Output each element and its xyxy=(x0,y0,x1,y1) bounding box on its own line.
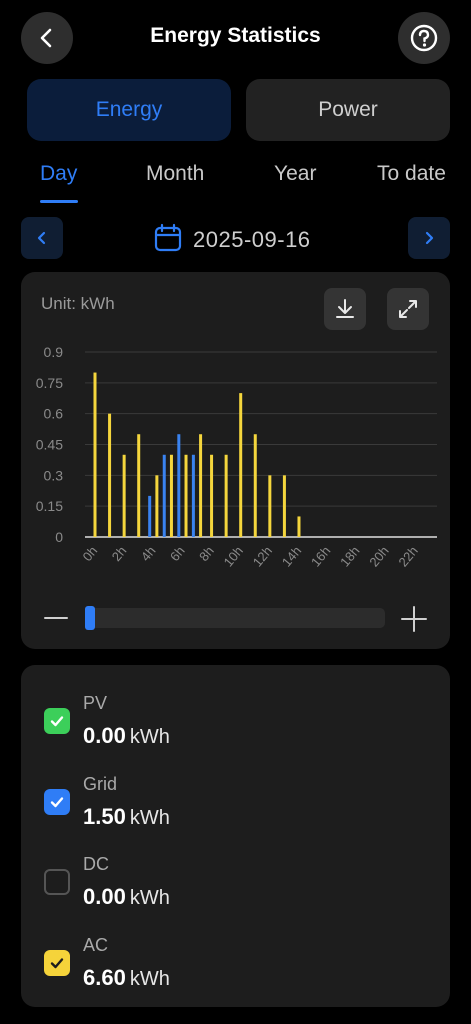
legend-card: PV 0.00 kWh Grid 1.50 kWh DC 0.00 kWh AC 6.… xyxy=(21,665,450,1007)
tab-month[interactable]: Month xyxy=(146,162,204,186)
legend-value: 1.50 kWh xyxy=(83,804,170,829)
x-tick-label: 22h xyxy=(395,543,420,569)
pv-checkbox[interactable] xyxy=(44,708,70,734)
previous-day-button[interactable] xyxy=(21,217,63,259)
calendar-icon[interactable] xyxy=(154,223,182,253)
x-tick-label: 14h xyxy=(279,543,304,569)
period-tabs: Day Month Year To date xyxy=(0,160,471,210)
bar-4h xyxy=(148,495,152,537)
y-tick-label: 0.45 xyxy=(36,437,63,453)
bar-2h xyxy=(122,454,126,537)
plus-icon[interactable] xyxy=(401,606,427,632)
ac-checkbox[interactable] xyxy=(44,950,70,976)
zoom-slider-track[interactable] xyxy=(85,608,385,628)
legend-item-ac[interactable]: AC 6.60 kWh xyxy=(21,927,450,997)
x-tick-label: 16h xyxy=(308,543,333,569)
bar-11h xyxy=(253,434,257,537)
legend-value: 6.60 kWh xyxy=(83,965,170,990)
y-tick-label: 0.3 xyxy=(44,467,64,483)
x-tick-label: 2h xyxy=(109,543,130,564)
x-tick-label: 20h xyxy=(366,543,391,569)
x-tick-label: 12h xyxy=(250,543,275,569)
bar-7h xyxy=(191,454,195,537)
segment-energy[interactable]: Energy xyxy=(27,79,231,141)
question-circle-icon xyxy=(410,24,438,52)
y-tick-label: 0 xyxy=(55,529,63,545)
chevron-left-icon xyxy=(37,231,46,245)
legend-name: PV xyxy=(83,693,108,713)
tab-year[interactable]: Year xyxy=(274,162,316,186)
next-day-button[interactable] xyxy=(408,217,450,259)
check-icon xyxy=(50,797,64,808)
check-icon xyxy=(50,716,64,727)
check-icon xyxy=(50,958,64,969)
legend-value: 0.00 kWh xyxy=(83,884,170,909)
bar-13h xyxy=(282,475,286,537)
date-navigator: 2025-09-16 xyxy=(0,217,471,261)
help-button[interactable] xyxy=(398,12,450,64)
minus-icon[interactable] xyxy=(44,607,68,629)
chart-card: Unit: kWh 0 0.15 0.3 0.45 0.6 0.75 0.9 0h 2h 4h 6h… xyxy=(21,272,450,649)
legend-name: AC xyxy=(83,935,109,955)
bar-9h xyxy=(224,454,228,537)
x-tick-label: 0h xyxy=(80,543,101,564)
legend-name: Grid xyxy=(83,774,118,794)
bar-6h xyxy=(177,434,181,537)
legend-name: DC xyxy=(83,854,109,874)
legend-item-grid[interactable]: Grid 1.50 kWh xyxy=(21,766,450,836)
top-bar: Energy Statistics xyxy=(0,0,471,76)
zoom-slider-handle[interactable] xyxy=(85,606,95,630)
legend-item-dc[interactable]: DC 0.00 kWh xyxy=(21,846,450,916)
x-tick-label: 10h xyxy=(221,543,246,569)
x-tick-label: 18h xyxy=(337,543,362,569)
y-tick-label: 0.75 xyxy=(36,375,63,391)
bar-4h xyxy=(155,475,159,537)
bar-6h xyxy=(184,454,188,537)
tab-day[interactable]: Day xyxy=(40,162,77,186)
y-tick-label: 0.6 xyxy=(44,406,64,422)
bar-1h xyxy=(108,413,112,537)
bar-10h xyxy=(239,393,243,537)
bar-3h xyxy=(137,434,141,537)
bar-12h xyxy=(268,475,272,537)
dc-checkbox[interactable] xyxy=(44,869,70,895)
bar-5h xyxy=(169,454,173,537)
grid-checkbox[interactable] xyxy=(44,789,70,815)
bar-7h xyxy=(199,434,203,537)
energy-bar-chart[interactable]: 0 0.15 0.3 0.45 0.6 0.75 0.9 0h 2h 4h 6h 8h 10h 12h 14… xyxy=(21,272,450,592)
y-tick-label: 0.9 xyxy=(44,344,64,360)
active-tab-indicator xyxy=(40,200,78,203)
y-tick-label: 0.15 xyxy=(36,498,63,514)
bar-14h xyxy=(297,516,301,537)
bar-5h xyxy=(162,454,166,537)
x-tick-label: 6h xyxy=(167,543,188,564)
tab-to-date[interactable]: To date xyxy=(377,162,446,186)
legend-value: 0.00 kWh xyxy=(83,723,170,748)
bar-8h xyxy=(210,454,214,537)
selected-date[interactable]: 2025-09-16 xyxy=(193,227,311,253)
legend-item-pv[interactable]: PV 0.00 kWh xyxy=(21,685,450,755)
bar-0h xyxy=(93,372,97,537)
segment-power[interactable]: Power xyxy=(246,79,450,141)
x-tick-label: 4h xyxy=(138,543,159,564)
chevron-right-icon xyxy=(425,231,434,245)
x-tick-label: 8h xyxy=(196,543,217,564)
zoom-slider-row xyxy=(21,598,450,638)
